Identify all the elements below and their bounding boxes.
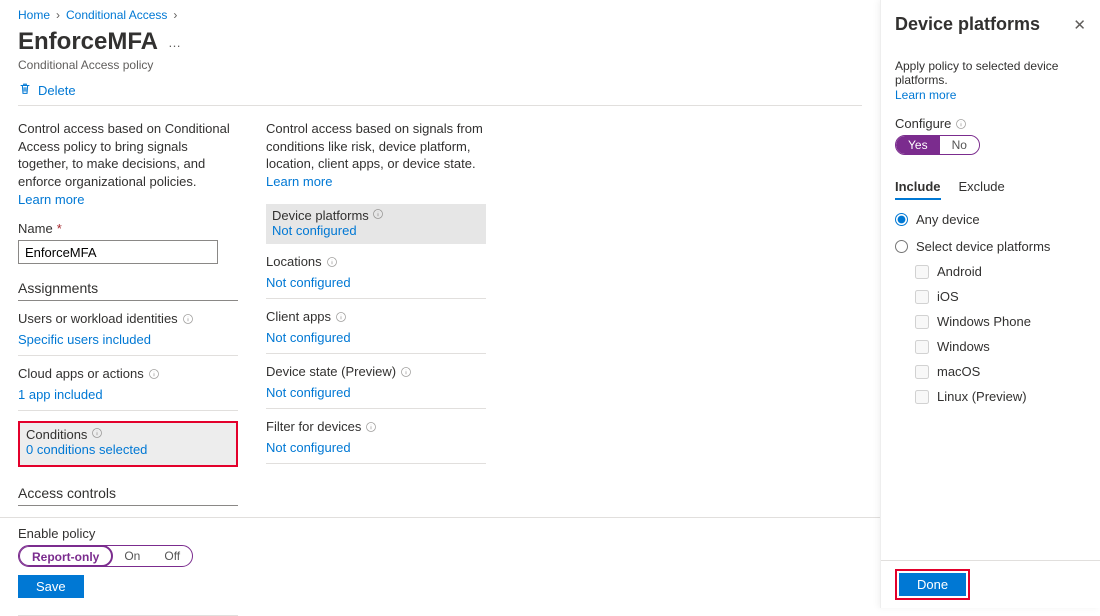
policy-description: Control access based on Conditional Acce…	[18, 120, 238, 190]
flyout-learn-more[interactable]: Learn more	[895, 88, 956, 102]
info-icon[interactable]	[182, 313, 194, 325]
locations-link[interactable]: Not configured	[266, 275, 486, 298]
client-apps-label: Client apps	[266, 309, 331, 324]
users-label: Users or workload identities	[18, 311, 178, 326]
configure-no[interactable]: No	[940, 136, 979, 154]
delete-button[interactable]: Delete	[38, 83, 76, 98]
device-state-link[interactable]: Not configured	[266, 385, 486, 408]
filter-devices-label: Filter for devices	[266, 419, 361, 434]
toggle-off[interactable]: Off	[152, 546, 192, 566]
info-icon[interactable]	[148, 368, 160, 380]
device-platforms-panel: Device platforms ✕ Apply policy to selec…	[880, 0, 1100, 608]
breadcrumb-home[interactable]: Home	[18, 8, 50, 22]
client-apps-link[interactable]: Not configured	[266, 330, 486, 353]
access-controls-heading: Access controls	[18, 485, 238, 506]
checkbox-ios[interactable]: iOS	[915, 289, 1086, 304]
locations-label: Locations	[266, 254, 322, 269]
info-icon[interactable]	[335, 311, 347, 323]
done-button[interactable]: Done	[899, 573, 966, 596]
info-icon[interactable]	[326, 256, 338, 268]
breadcrumb: Home › Conditional Access ›	[18, 8, 862, 22]
filter-devices-link[interactable]: Not configured	[266, 440, 486, 463]
close-icon[interactable]: ✕	[1073, 16, 1086, 34]
learn-more-link[interactable]: Learn more	[18, 192, 84, 207]
page-subtitle: Conditional Access policy	[18, 58, 862, 72]
name-label: Name	[18, 221, 53, 236]
chevron-right-icon: ›	[173, 8, 177, 22]
info-icon[interactable]	[400, 366, 412, 378]
conditions-description: Control access based on signals from con…	[266, 120, 486, 190]
assignments-heading: Assignments	[18, 280, 238, 301]
toggle-report-only[interactable]: Report-only	[18, 545, 113, 567]
checkbox-macos[interactable]: macOS	[915, 364, 1086, 379]
page-title: EnforceMFA	[18, 28, 158, 56]
chevron-right-icon: ›	[56, 8, 60, 22]
required-asterisk: *	[57, 221, 62, 236]
flyout-title: Device platforms	[895, 14, 1040, 35]
toggle-on[interactable]: On	[112, 546, 152, 566]
configure-yes[interactable]: Yes	[896, 136, 940, 154]
save-button[interactable]: Save	[18, 575, 84, 598]
cloud-apps-label: Cloud apps or actions	[18, 366, 144, 381]
more-actions-button[interactable]: …	[168, 35, 182, 50]
radio-select-platforms[interactable]: Select device platforms	[895, 239, 1086, 254]
info-icon[interactable]	[372, 208, 384, 220]
breadcrumb-conditional-access[interactable]: Conditional Access	[66, 8, 167, 22]
tab-exclude[interactable]: Exclude	[959, 179, 1005, 200]
info-icon[interactable]	[955, 118, 967, 130]
policy-name-input[interactable]	[18, 240, 218, 264]
info-icon[interactable]	[365, 421, 377, 433]
users-link[interactable]: Specific users included	[18, 332, 238, 355]
tab-include[interactable]: Include	[895, 179, 941, 200]
learn-more-conditions[interactable]: Learn more	[266, 174, 332, 189]
conditions-link[interactable]: 0 conditions selected	[26, 442, 147, 457]
info-icon[interactable]	[91, 427, 103, 439]
checkbox-android[interactable]: Android	[915, 264, 1086, 279]
device-platforms-label: Device platforms	[272, 208, 369, 223]
device-state-label: Device state (Preview)	[266, 364, 396, 379]
checkbox-linux[interactable]: Linux (Preview)	[915, 389, 1086, 404]
flyout-description: Apply policy to selected device platform…	[895, 59, 1086, 87]
device-platforms-link[interactable]: Not configured	[272, 223, 357, 238]
radio-any-device[interactable]: Any device	[895, 212, 1086, 227]
checkbox-windows-phone[interactable]: Windows Phone	[915, 314, 1086, 329]
conditions-label: Conditions	[26, 427, 87, 442]
checkbox-windows[interactable]: Windows	[915, 339, 1086, 354]
configure-label: Configure	[895, 116, 951, 131]
configure-toggle[interactable]: Yes No	[895, 135, 980, 155]
enable-policy-toggle[interactable]: Report-only On Off	[18, 545, 193, 567]
trash-icon	[18, 82, 32, 99]
cloud-apps-link[interactable]: 1 app included	[18, 387, 238, 410]
enable-policy-label: Enable policy	[18, 526, 862, 541]
